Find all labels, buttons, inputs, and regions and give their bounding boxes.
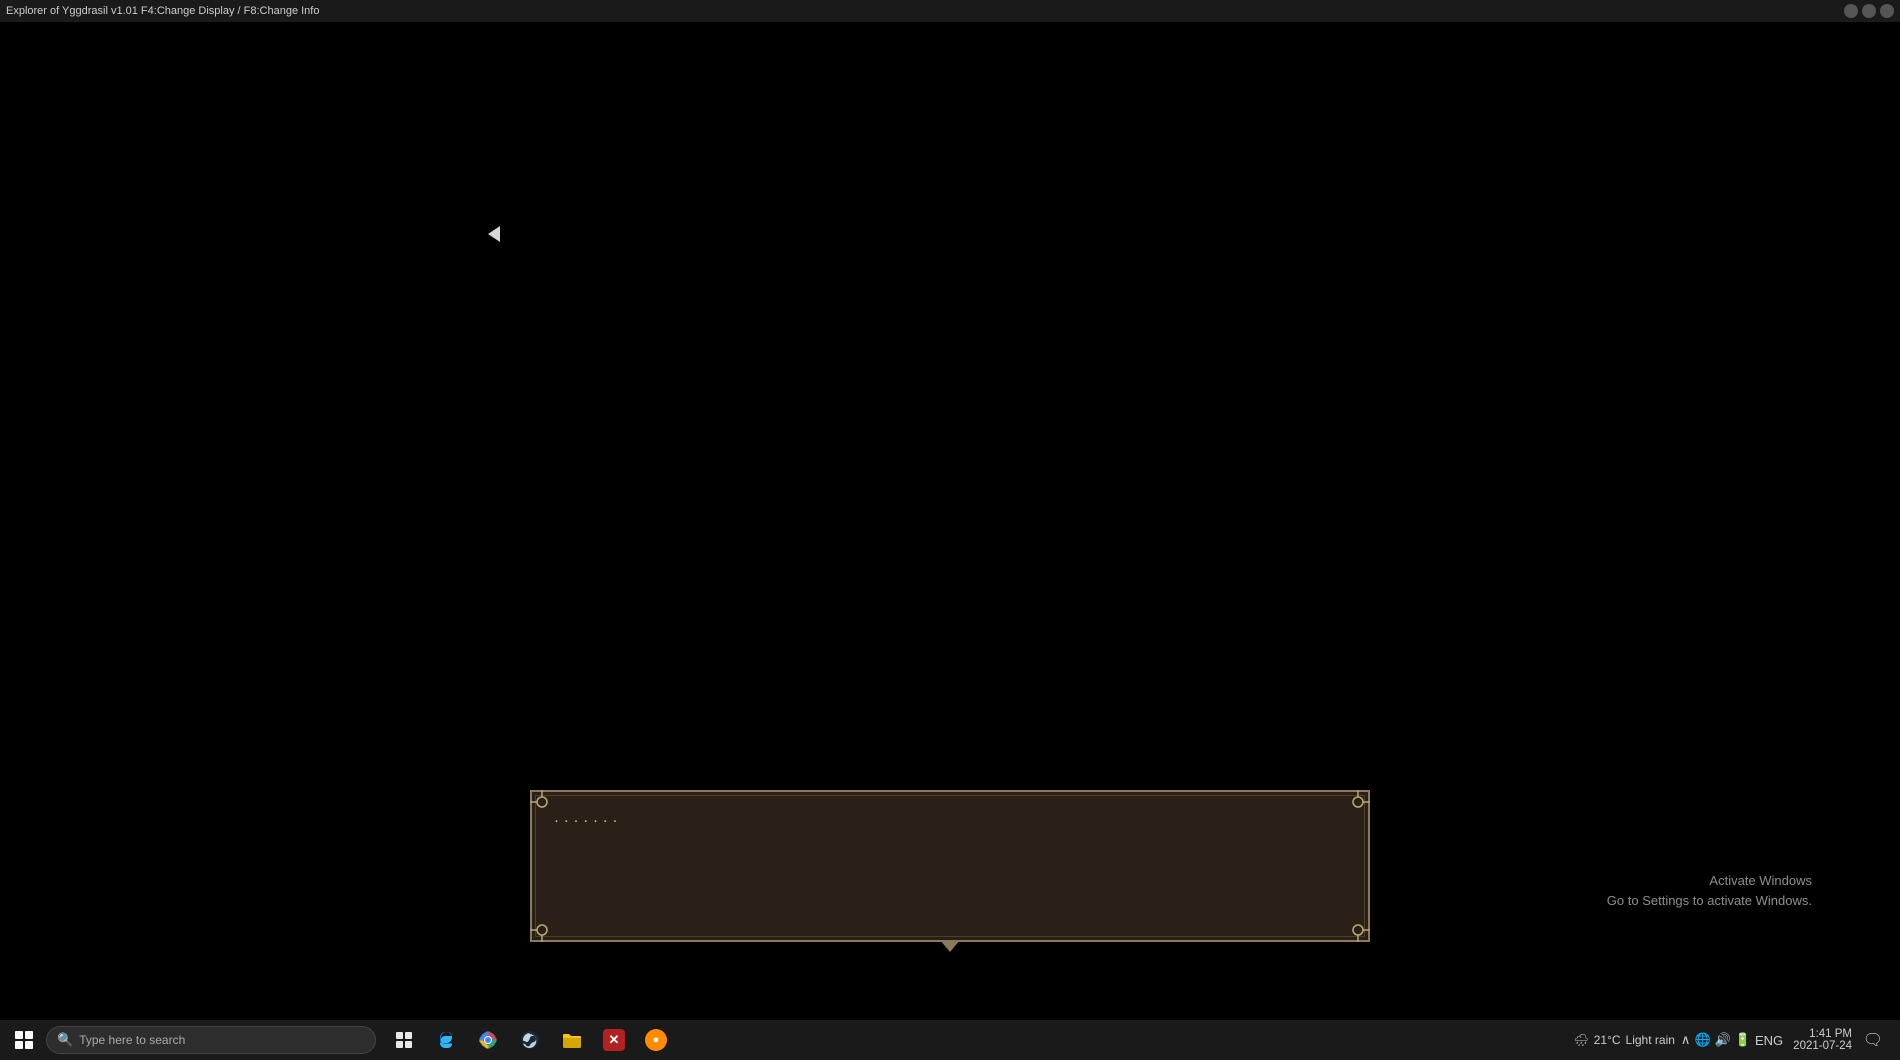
chrome-icon [477,1029,499,1051]
search-placeholder: Type here to search [79,1033,185,1047]
start-square-3 [15,1041,23,1049]
corner-decoration-bl [530,918,554,942]
notification-icon: 🗨 [1863,1030,1883,1050]
edge-icon [435,1029,457,1051]
weather-condition: Light rain [1626,1033,1675,1047]
search-bar[interactable]: 🔍 Type here to search [46,1026,376,1054]
cursor-pointer [488,226,500,242]
taskbar-icons: ✕ ● [384,1020,676,1060]
windows-start-icon [15,1031,33,1049]
taskbar-steam[interactable] [510,1020,550,1060]
start-square-4 [25,1041,33,1049]
start-button[interactable] [4,1020,44,1060]
tray-battery-icon[interactable]: 🔋 [1735,1032,1751,1048]
weather-widget[interactable]: 🌧 21°C Light rain [1574,1033,1675,1047]
tray-sound-icon[interactable]: 🔊 [1715,1032,1731,1048]
game-area: · · · · · · · Activate Windows Go to Set… [0,22,1900,1020]
tray-icons: ∧ 🌐 🔊 🔋 ENG [1681,1032,1783,1048]
activate-windows-watermark: Activate Windows Go to Settings to activ… [1607,871,1812,910]
tray-lang[interactable]: ENG [1755,1033,1783,1048]
taskbar-task-view[interactable] [384,1020,424,1060]
clock-date: 2021-07-24 [1793,1040,1852,1052]
corner-decoration-tr [1346,790,1370,814]
start-square-1 [15,1031,23,1039]
title-bar: Explorer of Yggdrasil v1.01 F4:Change Di… [0,0,1900,22]
tray-network-icon[interactable]: 🌐 [1694,1032,1710,1048]
clock-time: 1:41 PM [1809,1028,1852,1040]
activate-windows-subtitle: Go to Settings to activate Windows. [1607,891,1812,911]
corner-decoration-br [1346,918,1370,942]
taskbar-file-explorer[interactable] [552,1020,592,1060]
file-explorer-icon [561,1029,583,1051]
dialog-text: · · · · · · · [554,810,1346,834]
close-button[interactable] [1880,4,1894,18]
taskbar: 🔍 Type here to search [0,1020,1900,1060]
task-view-icon [393,1029,415,1051]
notification-button[interactable]: 🗨 [1858,1020,1888,1060]
search-icon: 🔍 [57,1032,73,1048]
taskbar-app1[interactable]: ✕ [594,1020,634,1060]
start-square-2 [25,1031,33,1039]
steam-icon [519,1029,541,1051]
taskbar-chrome[interactable] [468,1020,508,1060]
title-bar-label: Explorer of Yggdrasil v1.01 F4:Change Di… [6,5,319,17]
weather-icon: 🌧 [1574,1033,1589,1047]
dialog-box: · · · · · · · [530,790,1370,942]
dialog-inner: · · · · · · · [530,790,1370,942]
clock-area[interactable]: 1:41 PM 2021-07-24 [1793,1028,1852,1052]
minimize-button[interactable] [1844,4,1858,18]
app2-icon: ● [645,1029,667,1051]
maximize-button[interactable] [1862,4,1876,18]
dialog-arrow [940,940,960,952]
weather-temp: 21°C [1594,1033,1621,1047]
app1-icon: ✕ [603,1029,625,1051]
taskbar-app2[interactable]: ● [636,1020,676,1060]
system-tray: 🌧 21°C Light rain ∧ 🌐 🔊 🔋 ENG 1:41 PM 20… [1574,1020,1897,1060]
taskbar-edge[interactable] [426,1020,466,1060]
tray-chevron-icon[interactable]: ∧ [1681,1032,1691,1048]
title-bar-controls [1844,4,1894,18]
activate-windows-title: Activate Windows [1607,871,1812,891]
corner-decoration-tl [530,790,554,814]
